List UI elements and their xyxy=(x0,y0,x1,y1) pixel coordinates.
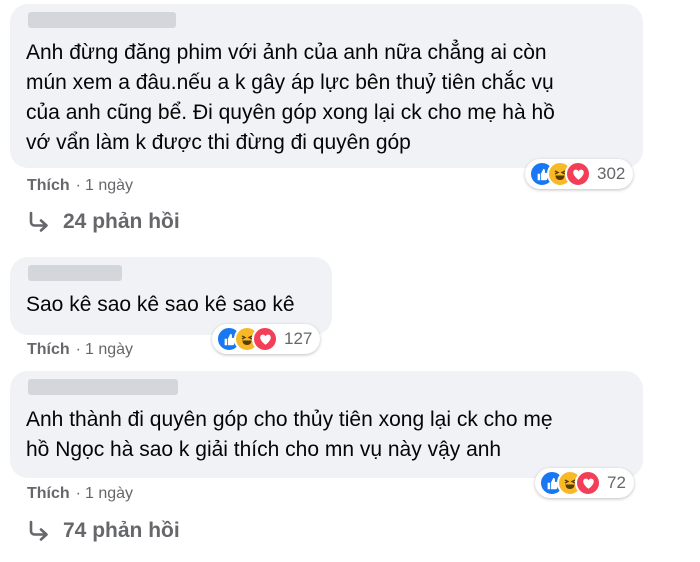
timestamp[interactable]: 1 ngày xyxy=(85,485,133,502)
separator-dot: · xyxy=(75,485,81,502)
reaction-summary[interactable]: 72 xyxy=(535,468,634,498)
separator-dot: · xyxy=(75,341,81,358)
comment-line: hồ Ngọc hà sao k giải thích cho mn vụ nà… xyxy=(26,438,502,461)
timestamp[interactable]: 1 ngày xyxy=(85,341,133,358)
comment-line: mún xem a đâu.nếu a k gây áp lực bên thu… xyxy=(26,71,554,94)
reaction-count: 72 xyxy=(607,473,626,492)
comment-text: Anh đừng đăng phim với ảnh của anh nữa c… xyxy=(26,38,555,158)
love-icon xyxy=(565,161,591,187)
reply-arrow-icon xyxy=(29,211,48,232)
view-replies-link[interactable]: 24 phản hồi xyxy=(27,210,180,234)
comment-meta: Thích · 1 ngày xyxy=(27,177,133,195)
comment-line: của anh cũng bể. Đi quyên góp xong lại c… xyxy=(26,101,555,124)
love-icon xyxy=(575,470,601,496)
comment-bubble: Anh thành đi quyên góp cho thủy tiên xon… xyxy=(10,371,643,478)
comment-meta: Thích · 1 ngày xyxy=(27,485,133,503)
comment-text: Anh thành đi quyên góp cho thủy tiên xon… xyxy=(26,405,553,465)
reaction-count: 302 xyxy=(597,164,626,183)
replies-count: 74 phản hồi xyxy=(63,519,180,542)
replies-count: 24 phản hồi xyxy=(63,210,180,233)
comment-line: Anh thành đi quyên góp cho thủy tiên xon… xyxy=(26,408,553,431)
comment-text: Sao kê sao kê sao kê sao kê xyxy=(26,290,295,320)
reaction-count: 127 xyxy=(284,329,313,348)
like-button[interactable]: Thích xyxy=(27,177,70,194)
reply-arrow-icon xyxy=(29,520,48,541)
comment-line: Anh đừng đăng phim với ảnh của anh nữa c… xyxy=(26,41,547,64)
view-replies-link[interactable]: 74 phản hồi xyxy=(27,519,180,543)
love-icon xyxy=(252,326,278,352)
comment-bubble: Anh đừng đăng phim với ảnh của anh nữa c… xyxy=(10,4,643,168)
like-button[interactable]: Thích xyxy=(27,341,70,358)
author-name-redacted[interactable] xyxy=(28,12,176,28)
author-name-redacted[interactable] xyxy=(28,265,122,281)
timestamp[interactable]: 1 ngày xyxy=(85,177,133,194)
like-button[interactable]: Thích xyxy=(27,485,70,502)
comment-line: vớ vẩn làm k được thi đừng đi quyên góp xyxy=(26,131,411,154)
comment-line: Sao kê sao kê sao kê sao kê xyxy=(26,293,295,316)
author-name-redacted[interactable] xyxy=(28,379,178,395)
reaction-summary[interactable]: 127 xyxy=(212,324,321,354)
reaction-summary[interactable]: 302 xyxy=(525,159,634,189)
comment-meta: Thích · 1 ngày xyxy=(27,341,133,359)
separator-dot: · xyxy=(75,177,81,194)
